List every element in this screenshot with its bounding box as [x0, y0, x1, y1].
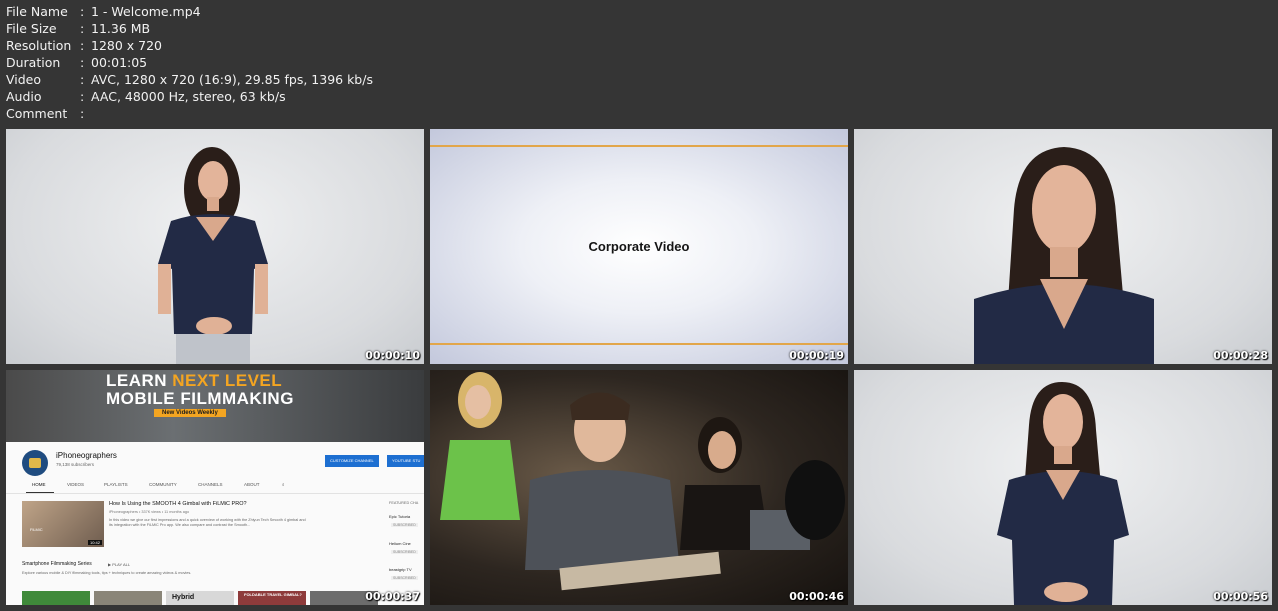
meta-row-duration: Duration : 00:01:05 [6, 54, 373, 71]
featured-channel-3: beastgrip TV [389, 567, 412, 572]
meta-key: Comment [6, 106, 68, 121]
thumbnail-title-card: Corporate Video 00:00:19 [430, 129, 848, 364]
meta-key: File Name [6, 4, 68, 19]
presenter-figure-image [158, 147, 268, 364]
banner-line-3: New Videos Weekly [154, 409, 226, 417]
presenter-closeup-image [974, 147, 1154, 364]
thumbnail-classroom: 00:00:46 [430, 370, 848, 605]
timestamp: 00:00:56 [1213, 590, 1268, 603]
meta-key: Duration [6, 55, 61, 70]
playlist-thumb-3: Hybrid [166, 591, 234, 605]
featured-video-meta: iPhoneographers • 337K views • 11 months… [109, 510, 190, 514]
featured-video-title: How Is Using the SMOOTH 4 Gimbal with Fi… [109, 501, 247, 507]
featured-channel-3-status: SUBSCRIBED [391, 576, 418, 580]
meta-value: 1280 x 720 [91, 38, 163, 53]
timestamp: 00:00:19 [789, 349, 844, 362]
playlist-thumb-4: FOLDABLE TRAVEL GIMBAL? [238, 591, 306, 605]
thumbnail-youtube-channel: LEARN NEXT LEVEL MOBILE FILMMAKING New V… [6, 370, 424, 605]
tab-home: HOME [32, 482, 46, 487]
featured-channels-title: FEATURED CHA [389, 501, 419, 505]
search-icon: ⌕ [282, 482, 285, 487]
banner-line-2: MOBILE FILMMAKING [106, 389, 294, 408]
subscriber-count: 79,138 subscribers [56, 462, 95, 467]
meta-separator: : [80, 38, 85, 53]
file-metadata: File Name : 1 - Welcome.mp4 File Size : … [6, 3, 373, 122]
title-top-line [430, 145, 848, 147]
meta-row-comment: Comment : [6, 105, 373, 122]
thumbnail-presenter-closeup: 00:00:28 [854, 129, 1272, 364]
channel-banner: LEARN NEXT LEVEL MOBILE FILMMAKING New V… [6, 370, 424, 442]
playlist-thumb-1 [22, 591, 90, 605]
channel-avatar [22, 450, 48, 476]
meta-row-file-name: File Name : 1 - Welcome.mp4 [6, 3, 373, 20]
channel-name: iPhoneographers [56, 451, 117, 460]
featured-video-thumbnail: FiLMiC 10:42 [22, 501, 104, 547]
meta-value: AVC, 1280 x 720 (16:9), 29.85 fps, 1396 … [91, 72, 373, 87]
timestamp: 00:00:37 [365, 590, 420, 603]
meta-row-video: Video : AVC, 1280 x 720 (16:9), 29.85 fp… [6, 71, 373, 88]
banner-line-1: LEARN NEXT LEVEL [106, 371, 283, 390]
playlist-section-description: Explore various mobile & DIY filmmaking … [22, 571, 192, 575]
featured-video-description: In this video we give our first impressi… [109, 518, 306, 527]
title-bottom-line [430, 343, 848, 345]
tab-divider [6, 493, 424, 494]
timestamp: 00:00:10 [365, 349, 420, 362]
meta-key: Video [6, 72, 42, 87]
meta-value: 11.36 MB [91, 21, 151, 36]
playlist-thumb-label: FOLDABLE TRAVEL GIMBAL? [244, 592, 302, 597]
meta-separator: : [80, 4, 85, 19]
customize-channel-button: CUSTOMIZE CHANNEL [325, 455, 379, 467]
meta-separator: : [80, 72, 85, 87]
playlist-thumb-2 [94, 591, 162, 605]
timestamp: 00:00:28 [1213, 349, 1268, 362]
play-all-link: ▶ PLAY ALL [108, 562, 131, 567]
featured-channel-2: Helium Cine [389, 541, 411, 546]
thumbnail-grid: 00:00:10 Corporate Video 00:00:19 00:00:… [6, 129, 1272, 605]
featured-channel-1: Epic Tutoria [389, 514, 411, 519]
featured-channel-2-status: SUBSCRIBED [391, 550, 418, 554]
title-card-text: Corporate Video [588, 239, 690, 254]
presenter-medium-image [997, 382, 1129, 605]
meta-value: 00:01:05 [91, 55, 148, 70]
meta-row-resolution: Resolution : 1280 x 720 [6, 37, 373, 54]
meta-separator: : [80, 55, 85, 70]
thumbnail-text: FiLMiC [30, 527, 43, 532]
timestamp: 00:00:46 [789, 590, 844, 603]
thumbnail-presenter-medium: 00:00:56 [854, 370, 1272, 605]
meta-value: AAC, 48000 Hz, stereo, 63 kb/s [91, 89, 286, 104]
tab-playlists: PLAYLISTS [104, 482, 128, 487]
meta-value: 1 - Welcome.mp4 [91, 4, 201, 19]
tab-channels: CHANNELS [198, 482, 223, 487]
playlist-section-title: Smartphone Filmmaking Series [22, 561, 92, 567]
featured-channel-1-status: SUBSCRIBED [391, 523, 418, 527]
meta-row-audio: Audio : AAC, 48000 Hz, stereo, 63 kb/s [6, 88, 373, 105]
meta-key: File Size [6, 21, 57, 36]
thumbnail-presenter-wide: 00:00:10 [6, 129, 424, 364]
playlist-thumb-label: Hybrid [172, 594, 195, 601]
meta-key: Audio [6, 89, 42, 104]
meta-separator: : [80, 106, 85, 121]
tab-about: ABOUT [244, 482, 260, 487]
tab-videos: VIDEOS [67, 482, 85, 487]
youtube-studio-button: YOUTUBE STU [387, 455, 424, 467]
meta-separator: : [80, 89, 85, 104]
classroom-scene-image [440, 372, 845, 591]
meta-key: Resolution [6, 38, 72, 53]
meta-separator: : [80, 21, 85, 36]
tab-community: COMMUNITY [149, 482, 177, 487]
meta-row-file-size: File Size : 11.36 MB [6, 20, 373, 37]
video-duration: 10:42 [87, 540, 102, 545]
